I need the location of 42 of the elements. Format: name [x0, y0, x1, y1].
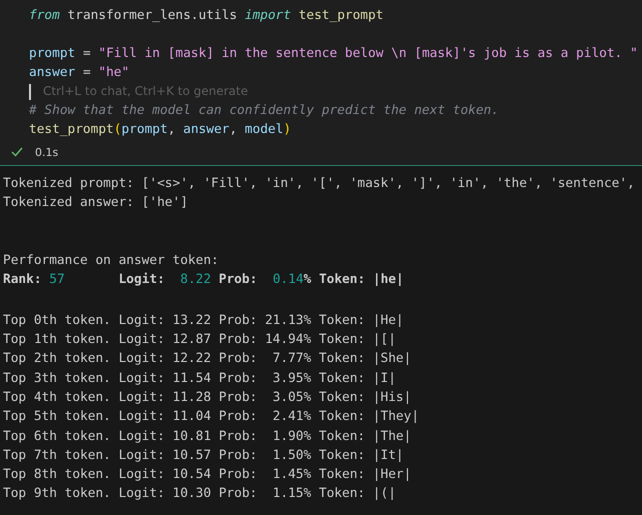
code-token: =	[82, 45, 92, 63]
metric-value: 57	[49, 271, 65, 290]
output-line: Tokenized prompt: ['<s>', 'Fill', 'in', '[', 'mask', ']', 'in', 'the', 'sentence',	[3, 175, 636, 193]
metric-label: Prob:	[218, 271, 258, 290]
metric-label: Logit:	[118, 271, 166, 290]
editor-hint: Ctrl+L to chat, Ctrl+K to generate	[43, 83, 248, 100]
function-name: test_prompt	[298, 7, 384, 25]
output-line: Top 6th token. Logit: 10.81 Prob: 1.90% Token: |The|	[3, 428, 412, 446]
function-name: test_prompt	[29, 121, 114, 139]
keyword-token: from	[29, 7, 60, 25]
variable-name: model	[244, 121, 284, 139]
output-line: Performance on answer token:	[3, 252, 220, 270]
output-line: Top 8th token. Logit: 10.54 Prob: 1.45% Token: |Her|	[3, 466, 412, 484]
metric-label: % Token: |he|	[304, 271, 404, 290]
metric-value: 8.22	[180, 271, 212, 290]
output-line: Top 0th token. Logit: 13.22 Prob: 21.13% Token: |He|	[3, 312, 405, 330]
variable-name: answer	[183, 121, 230, 139]
variable-name: prompt	[29, 45, 76, 63]
output-line: Top 4th token. Logit: 11.28 Prob: 3.05% Token: |His|	[3, 388, 412, 407]
code-token: ,	[168, 121, 176, 139]
keyword-token: import	[244, 7, 291, 25]
output-line: Top 5th token. Logit: 11.04 Prob: 2.41% Token: |They|	[3, 408, 420, 426]
code-token: =	[82, 64, 92, 82]
output-line: Top 2th token. Logit: 12.22 Prob: 7.77% Token: |She|	[3, 350, 412, 368]
output-line: Tokenized answer: ['he']	[3, 194, 189, 212]
metric-value: 0.14	[272, 271, 304, 290]
execution-time: 0.1s	[35, 146, 58, 158]
variable-name: prompt	[121, 121, 168, 139]
code-comment: # Show that the model can confidently predict the next token.	[29, 102, 499, 120]
output-line: Top 7th token. Logit: 10.57 Prob: 1.50% Token: |It|	[3, 446, 405, 465]
parenthesis: (	[114, 121, 122, 139]
text-cursor	[29, 84, 31, 100]
code-token: transformer_lens.utils	[66, 7, 238, 25]
metric-label: Rank:	[3, 271, 43, 290]
output-line: Top 9th token. Logit: 10.30 Prob: 1.15% Token: |(|	[3, 485, 397, 504]
code-token: ,	[229, 121, 238, 139]
parenthesis: )	[283, 121, 292, 139]
string-literal: "he"	[98, 64, 130, 82]
output-line: Top 3th token. Logit: 11.54 Prob: 3.95% Token: |I|	[3, 370, 397, 388]
string-literal: "Fill in [mask] in the sentence below \n [mask]'s job is as a pilot. "	[98, 45, 638, 63]
output-line: Top 1th token. Logit: 12.87 Prob: 14.94% Token: |[|	[3, 331, 397, 350]
variable-name: answer	[29, 64, 76, 82]
